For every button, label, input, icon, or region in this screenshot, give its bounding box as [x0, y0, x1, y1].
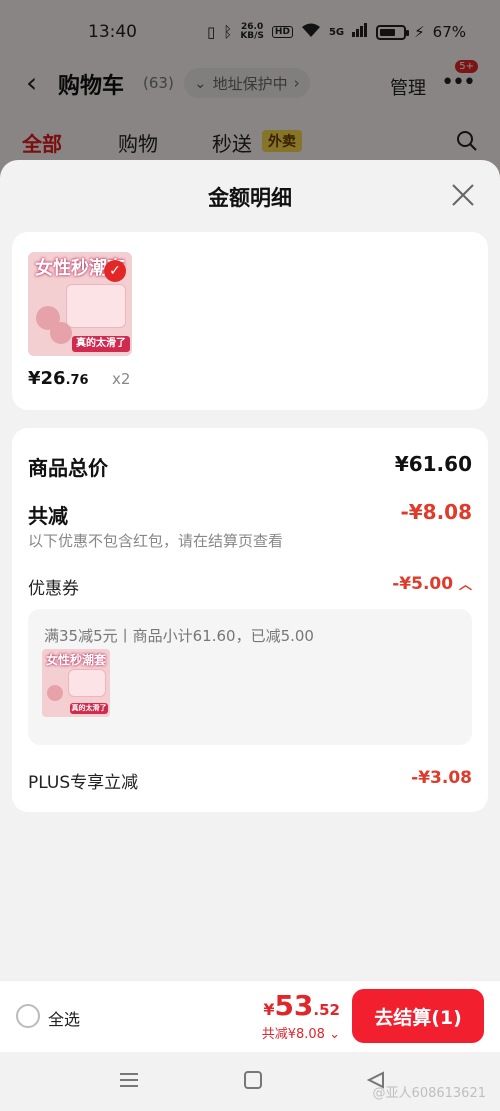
coupon-detail-text: 满35减5元丨商品小计61.60，已减5.00 — [44, 627, 314, 645]
menu-icon[interactable] — [118, 1070, 140, 1094]
plus-discount-value: -¥3.08 — [411, 768, 472, 788]
coupon-row[interactable]: 优惠券 -¥5.00 ︿ — [28, 574, 472, 599]
product-thumbnail[interactable]: 女性秒潮套 真的太滑了 ✓ — [28, 252, 132, 356]
plus-discount-row: PLUS专享立减 -¥3.08 — [28, 768, 472, 793]
product-box-image — [68, 669, 106, 697]
product-pill-image — [47, 685, 63, 701]
close-icon[interactable] — [448, 180, 478, 210]
product-pill-image — [50, 322, 72, 344]
discount-note: 以下优惠不包含红包，请在结算页查看 — [28, 532, 284, 550]
amount-detail-sheet: 金额明细 女性秒潮套 真的太滑了 ✓ ¥26.76 x2 商品总价 ¥61.60… — [0, 160, 500, 1111]
coupon-detail-box: 满35减5元丨商品小计61.60，已减5.00 女性秒潮套 真的太滑了 — [28, 609, 472, 745]
thumbnail-banner: 真的太滑了 — [70, 703, 108, 714]
saved-amount[interactable]: 共减¥8.08 ⌄ — [262, 1023, 340, 1042]
sheet-header: 金额明细 — [0, 160, 500, 232]
product-quantity: x2 — [112, 370, 131, 388]
price-detail-card: 商品总价 ¥61.60 共减 -¥8.08 以下优惠不包含红包，请在结算页查看 … — [12, 428, 488, 812]
plus-discount-label: PLUS专享立减 — [28, 773, 139, 793]
coupon-value: -¥5.00 ︿ — [392, 574, 472, 594]
select-all-label[interactable]: 全选 — [48, 1006, 80, 1030]
subtotal-label: 商品总价 — [28, 456, 108, 480]
system-navigation-bar: @亚人608613621 — [0, 1052, 500, 1111]
thumbnail-banner: 真的太滑了 — [72, 336, 130, 352]
checkout-button[interactable]: 去结算(1) — [352, 989, 484, 1043]
product-price: ¥26.76 — [28, 368, 89, 389]
total-price: ¥53.52 — [263, 989, 340, 1022]
chevron-up-icon: ︿ — [458, 578, 472, 593]
watermark: @亚人608613621 — [372, 1086, 486, 1101]
product-box-image — [66, 284, 126, 328]
checkout-bar: 全选 ¥53.52 共减¥8.08 ⌄ 去结算(1) — [0, 980, 500, 1052]
chevron-down-icon: ⌄ — [329, 1027, 340, 1042]
coupon-label: 优惠券 — [28, 579, 79, 599]
discount-row: 共减 -¥8.08 — [28, 500, 472, 528]
product-card: 女性秒潮套 真的太滑了 ✓ ¥26.76 x2 — [12, 232, 488, 410]
subtotal-row: 商品总价 ¥61.60 — [28, 452, 472, 480]
home-icon[interactable] — [243, 1070, 263, 1094]
coupon-product-thumbnail: 女性秒潮套 真的太滑了 — [42, 649, 110, 717]
selected-check-icon: ✓ — [104, 260, 126, 282]
sheet-title: 金额明细 — [208, 186, 292, 210]
discount-value: -¥8.08 — [400, 500, 472, 524]
subtotal-value: ¥61.60 — [394, 452, 472, 476]
discount-label: 共减 — [28, 504, 68, 528]
select-all-radio[interactable] — [16, 1004, 40, 1028]
thumbnail-title: 女性秒潮套 — [45, 653, 106, 667]
discount-note-row: 以下优惠不包含红包，请在结算页查看 — [28, 530, 472, 550]
